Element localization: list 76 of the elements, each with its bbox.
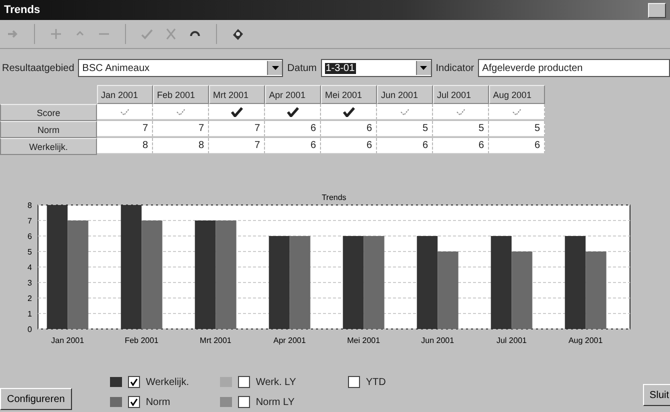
window-title: Trends bbox=[4, 4, 40, 16]
y-tick-label: 8 bbox=[28, 201, 32, 210]
check-icon bbox=[230, 106, 242, 116]
legend-label: Norm bbox=[146, 396, 170, 408]
table-cell: 5 bbox=[489, 121, 545, 137]
column-header[interactable]: Feb 2001 bbox=[153, 85, 209, 104]
table-cell: 5 bbox=[433, 121, 489, 137]
indicator-label: Indicator bbox=[436, 62, 474, 74]
legend-label: Werk. LY bbox=[256, 376, 296, 388]
x-axis-label: Feb 2001 bbox=[124, 336, 158, 345]
y-tick-label: 7 bbox=[28, 216, 32, 226]
y-tick-label: 4 bbox=[28, 263, 32, 272]
table-cell: 6 bbox=[321, 121, 377, 137]
row-header: Norm bbox=[0, 121, 97, 138]
check-icon bbox=[512, 108, 522, 116]
x-axis-label: Jan 2001 bbox=[51, 336, 84, 345]
table-cell: 7 bbox=[153, 121, 209, 137]
y-tick-label: 6 bbox=[28, 232, 32, 241]
column-header[interactable]: Mrt 2001 bbox=[209, 85, 265, 104]
table-cell: 5 bbox=[377, 121, 433, 137]
column-header[interactable]: Mei 2001 bbox=[321, 85, 377, 104]
x-axis-label: Mrt 2001 bbox=[200, 336, 232, 345]
area-dropdown[interactable]: BSC Animeaux bbox=[78, 59, 284, 77]
row-header: Werkelijk. bbox=[0, 138, 97, 155]
check-icon bbox=[176, 108, 186, 116]
column-header[interactable]: Aug 2001 bbox=[489, 85, 545, 104]
check-icon[interactable] bbox=[140, 27, 154, 41]
x-axis-label: Aug 2001 bbox=[568, 336, 603, 345]
column-header[interactable]: Apr 2001 bbox=[265, 85, 321, 104]
check-icon bbox=[342, 106, 354, 116]
table-cell: 6 bbox=[377, 138, 433, 154]
table-cell: 7 bbox=[209, 121, 265, 137]
date-label: Datum bbox=[287, 62, 317, 74]
table-cell: 6 bbox=[265, 121, 321, 137]
table-cell: 8 bbox=[153, 138, 209, 154]
x-axis-label: Apr 2001 bbox=[273, 336, 306, 345]
table-cell: 6 bbox=[321, 138, 377, 154]
minimize-button[interactable] bbox=[648, 2, 666, 18]
y-tick-label: 2 bbox=[28, 294, 32, 303]
table-cell: 8 bbox=[97, 138, 153, 154]
table-cell: 6 bbox=[265, 138, 321, 154]
table-cell: 7 bbox=[97, 121, 153, 137]
legend-checkbox[interactable] bbox=[128, 376, 140, 388]
check-icon bbox=[400, 108, 410, 116]
close-button[interactable]: Sluit bbox=[642, 384, 670, 406]
legend-checkbox[interactable] bbox=[238, 396, 250, 408]
legend-checkbox[interactable] bbox=[348, 376, 360, 388]
legend-label: YTD bbox=[366, 376, 386, 388]
legend-label: Norm LY bbox=[256, 396, 295, 408]
table-cell: 6 bbox=[489, 138, 545, 154]
row-header: Score bbox=[0, 104, 97, 121]
check-icon bbox=[286, 106, 298, 116]
check-icon bbox=[456, 108, 466, 116]
table-cell: 7 bbox=[209, 138, 265, 154]
configure-button[interactable]: Configureren bbox=[0, 388, 72, 410]
legend-checkbox[interactable] bbox=[238, 376, 250, 388]
chart-title: Trends bbox=[322, 193, 346, 202]
check-icon bbox=[120, 108, 130, 116]
column-header[interactable]: Jun 2001 bbox=[377, 85, 433, 104]
legend-label: Werkelijk. bbox=[146, 376, 189, 388]
column-header[interactable]: Jan 2001 bbox=[97, 85, 153, 104]
x-axis-label: Jun 2001 bbox=[421, 336, 454, 345]
dropdown-icon bbox=[272, 66, 279, 70]
legend-checkbox[interactable] bbox=[128, 396, 140, 408]
y-tick-label: 5 bbox=[28, 248, 32, 256]
date-dropdown[interactable]: 1-3-01 bbox=[320, 59, 432, 77]
x-axis-label: Jul 2001 bbox=[496, 336, 527, 345]
y-tick-label: 3 bbox=[28, 278, 32, 288]
table-cell: 6 bbox=[433, 138, 489, 154]
dropdown-icon bbox=[420, 66, 428, 70]
y-tick-label: 1 bbox=[28, 310, 32, 318]
column-header[interactable]: Jul 2001 bbox=[433, 85, 489, 104]
indicator-field[interactable]: Afgeleverde producten bbox=[478, 59, 670, 77]
y-tick-label: 0 bbox=[28, 325, 32, 334]
x-axis-label: Mei 2001 bbox=[347, 336, 380, 345]
area-label: Resultaatgebied bbox=[2, 62, 74, 74]
